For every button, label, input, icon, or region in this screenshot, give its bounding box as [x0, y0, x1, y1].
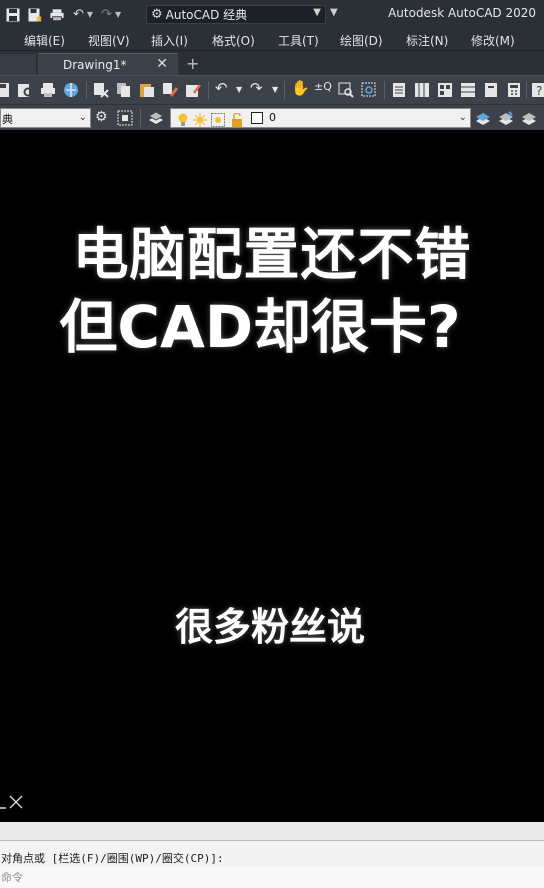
menu-item-modify[interactable]: 修改(M) — [471, 32, 515, 49]
gear-icon[interactable]: ⚙ — [95, 109, 111, 125]
match-properties-icon[interactable] — [162, 82, 178, 98]
properties-icon[interactable] — [391, 82, 407, 98]
sheet-set-icon[interactable] — [460, 82, 476, 98]
redo-icon[interactable]: ↷ — [101, 7, 112, 22]
customize-quick-access-icon[interactable]: ▼ — [330, 7, 338, 18]
toolbar-divider — [208, 81, 209, 99]
toolbar-divider — [284, 81, 285, 99]
close-icon[interactable]: ✕ — [156, 56, 168, 72]
pan-icon[interactable]: ✋ — [291, 79, 310, 97]
command-history-strip — [0, 822, 544, 840]
drawing-canvas[interactable]: 电脑配置还不错 但CAD却很卡? 很多粉丝说 — [0, 130, 544, 822]
workspace-select[interactable]: ⚙ AutoCAD 经典 ▼ — [146, 5, 326, 24]
workspace-label: AutoCAD 经典 — [165, 8, 248, 22]
standard-toolbar: ↶ ▼ ↷ ▼ ✋ ±Q ? — [0, 75, 544, 104]
chevron-down-icon: ⌄ — [458, 112, 467, 123]
copy-icon[interactable] — [116, 82, 132, 98]
menu-item-draw[interactable]: 绘图(D) — [340, 32, 383, 49]
command-prompt-line: 对角点或 [栏选(F)/圈围(WP)/圈交(CP)]: — [0, 840, 544, 867]
menu-item-insert[interactable]: 插入(I) — [151, 32, 188, 49]
layer-name: 0 — [269, 111, 276, 124]
viewport-freeze-icon — [211, 112, 225, 127]
undo-dropdown-icon[interactable]: ▼ — [87, 10, 93, 19]
layer-state-icon[interactable] — [521, 110, 537, 126]
overlay-headline-line1: 电脑配置还不错 — [72, 223, 472, 288]
publish-icon[interactable] — [63, 82, 79, 98]
undo-icon[interactable]: ↶ — [73, 7, 84, 22]
zoom-window-icon[interactable] — [338, 82, 354, 98]
tab-drawing1[interactable]: Drawing1* ✕ — [38, 53, 178, 76]
sun-icon — [193, 112, 207, 127]
unlock-icon — [231, 112, 243, 127]
text-style-select[interactable]: 典 ⌄ — [0, 108, 91, 128]
save-icon[interactable] — [0, 82, 10, 98]
paste-icon[interactable] — [139, 82, 155, 98]
undo-icon[interactable]: ↶ — [215, 79, 231, 97]
menu-item-edit[interactable]: 编辑(E) — [24, 32, 65, 49]
svg-text:?: ? — [536, 84, 542, 98]
calculator-icon[interactable] — [506, 82, 522, 98]
menu-item-view[interactable]: 视图(V) — [88, 32, 130, 49]
menu-item-dimension[interactable]: 标注(N) — [406, 32, 448, 49]
toolbar-divider — [384, 81, 385, 99]
menu-bar: 编辑(E) 视图(V) 插入(I) 格式(O) 工具(T) 绘图(D) 标注(N… — [0, 29, 544, 50]
redo-dropdown-icon[interactable]: ▼ — [115, 10, 121, 19]
design-center-icon[interactable] — [414, 82, 430, 98]
markup-set-icon[interactable] — [483, 82, 499, 98]
command-input-placeholder: 命令 — [1, 871, 23, 884]
toolbar-divider — [140, 109, 141, 127]
print-icon[interactable] — [40, 82, 56, 98]
gear-icon: ⚙ — [151, 7, 163, 22]
chevron-down-icon: ▼ — [313, 7, 321, 18]
help-icon[interactable]: ? — [531, 82, 544, 98]
zoom-realtime-icon[interactable]: ±Q — [314, 80, 332, 96]
app-title: Autodesk AutoCAD 2020 — [388, 6, 536, 20]
command-input[interactable]: 命令 — [0, 867, 544, 888]
command-prompt-text: 对角点或 [栏选(F)/圈围(WP)/圈交(CP)]: — [1, 852, 224, 865]
tab-label: Drawing1* — [63, 58, 127, 72]
properties-toolbar: 典 ⌄ ⚙ 0 ⌄ — [0, 104, 544, 130]
layer-select[interactable]: 0 ⌄ — [170, 108, 471, 128]
ucs-icon — [0, 795, 23, 809]
layer-color-swatch — [251, 112, 263, 124]
make-current-layer-icon[interactable] — [475, 110, 491, 126]
zoom-previous-icon[interactable] — [361, 82, 377, 98]
save-as-icon[interactable] — [28, 8, 42, 22]
cut-icon[interactable] — [93, 82, 109, 98]
document-tab-bar: Drawing1* ✕ + — [0, 50, 544, 76]
tool-palettes-icon[interactable] — [437, 82, 453, 98]
dim-style-icon[interactable] — [117, 110, 133, 126]
toolbar-divider — [86, 81, 87, 99]
chevron-down-icon: ⌄ — [78, 112, 87, 123]
overlay-subtitle: 很多粉丝说 — [174, 605, 365, 649]
title-bar: ↶ ▼ ↷ ▼ ⚙ AutoCAD 经典 ▼ ▼ Autodesk AutoCA… — [0, 0, 544, 29]
layer-properties-icon[interactable] — [148, 110, 164, 126]
redo-dropdown-icon[interactable]: ▼ — [272, 85, 288, 101]
redo-icon[interactable]: ↷ — [250, 79, 266, 97]
menu-item-tools[interactable]: 工具(T) — [278, 32, 319, 49]
print-icon[interactable] — [50, 8, 64, 22]
text-style-value: 典 — [2, 113, 13, 126]
lightbulb-icon — [177, 112, 189, 126]
block-editor-icon[interactable] — [185, 82, 201, 98]
new-tab-icon[interactable]: + — [186, 54, 199, 73]
menu-item-format[interactable]: 格式(O) — [212, 32, 255, 49]
save-icon[interactable] — [6, 8, 20, 22]
layer-previous-icon[interactable] — [498, 110, 514, 126]
overlay-headline-line2: 但CAD却很卡? — [59, 293, 461, 361]
start-tab[interactable] — [0, 54, 36, 76]
plot-preview-icon[interactable] — [17, 82, 33, 98]
toolbar-divider — [526, 81, 527, 99]
